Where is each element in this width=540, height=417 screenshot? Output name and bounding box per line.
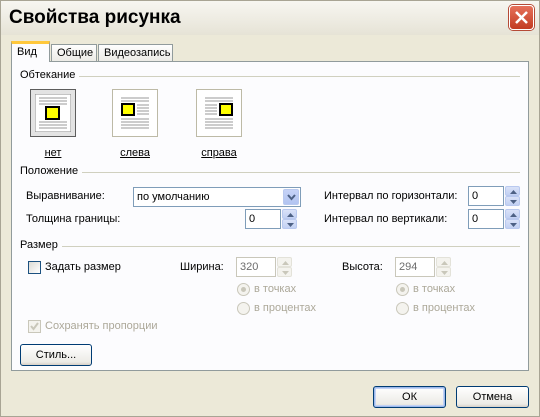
keep-ratio-label: Сохранять пропорции (45, 320, 158, 332)
arrow-down-icon (287, 223, 294, 227)
height-label: Высота: (342, 261, 383, 273)
checkmark-icon (30, 322, 39, 331)
cancel-button[interactable]: Отмена (456, 386, 529, 408)
height-in-percent-radio[interactable] (396, 302, 409, 315)
hspace-label: Интервал по горизонтали: (324, 190, 458, 202)
border-width-spinner[interactable]: 0 (245, 209, 297, 229)
width-in-percent-radio[interactable] (237, 302, 250, 315)
tab-video[interactable]: Видеозапись (98, 44, 173, 61)
spin-down-button[interactable] (277, 267, 292, 277)
wrap-none-option[interactable] (30, 89, 76, 137)
border-width-input[interactable]: 0 (245, 209, 281, 229)
width-input[interactable]: 320 (236, 257, 276, 277)
window-title: Свойства рисунка (9, 7, 181, 28)
width-in-percent-label: в процентах (254, 302, 316, 314)
style-button[interactable]: Стиль... (20, 344, 92, 366)
keep-ratio-checkbox[interactable] (28, 320, 41, 333)
wrap-none-label: нет (44, 147, 62, 159)
arrow-up-icon (510, 213, 517, 217)
height-in-points-label: в точках (413, 283, 456, 295)
width-in-points-radio[interactable] (237, 283, 250, 296)
set-size-label: Задать размер (45, 261, 121, 273)
spin-down-button[interactable] (505, 219, 520, 229)
arrow-up-icon (287, 213, 294, 217)
arrow-up-icon (282, 261, 289, 265)
group-divider (20, 172, 520, 173)
arrow-down-icon (282, 271, 289, 275)
tab-view[interactable]: Вид (11, 41, 50, 62)
arrow-down-icon (510, 200, 517, 204)
wrap-right-option[interactable] (196, 89, 242, 137)
vspace-spinner[interactable]: 0 (468, 209, 520, 229)
tab-general[interactable]: Общие (51, 44, 97, 61)
group-divider (20, 246, 520, 247)
tab-panel-view: Обтекание нет слева справа Положение Выр… (11, 61, 529, 371)
vspace-input[interactable]: 0 (468, 209, 504, 229)
wrap-left-icon (121, 97, 149, 129)
spin-up-button[interactable] (505, 209, 520, 219)
alignment-label: Выравнивание: (26, 190, 105, 202)
wrap-none-icon (35, 94, 71, 132)
height-in-points-radio[interactable] (396, 283, 409, 296)
title-bar: Свойства рисунка (1, 1, 539, 35)
hspace-spinner[interactable]: 0 (468, 186, 520, 206)
spin-down-button[interactable] (282, 219, 297, 229)
width-in-points-label: в точках (254, 283, 297, 295)
width-label: Ширина: (180, 261, 224, 273)
spin-down-button[interactable] (505, 196, 520, 206)
height-in-percent-label: в процентах (413, 302, 475, 314)
close-button[interactable] (509, 5, 534, 30)
set-size-checkbox[interactable] (28, 261, 41, 274)
ok-button[interactable]: ОК (373, 386, 446, 408)
spin-down-button[interactable] (436, 267, 451, 277)
wrap-right-icon (205, 97, 233, 129)
border-width-label: Толщина границы: (26, 213, 121, 225)
alignment-dropdown-button[interactable] (283, 189, 299, 205)
wrap-left-label: слева (120, 147, 150, 159)
alignment-value: по умолчанию (137, 191, 210, 203)
spin-up-button[interactable] (277, 257, 292, 267)
height-input[interactable]: 294 (395, 257, 435, 277)
vspace-label: Интервал по вертикали: (324, 213, 448, 225)
arrow-down-icon (510, 223, 517, 227)
spin-up-button[interactable] (436, 257, 451, 267)
spin-up-button[interactable] (282, 209, 297, 219)
image-properties-dialog: Свойства рисунка Вид Общие Видеозапись О… (0, 0, 540, 417)
spin-up-button[interactable] (505, 186, 520, 196)
chevron-down-icon (287, 194, 296, 201)
arrow-up-icon (441, 261, 448, 265)
wrap-right-label: справа (201, 147, 237, 159)
arrow-up-icon (510, 190, 517, 194)
alignment-select[interactable]: по умолчанию (133, 187, 301, 207)
close-icon (515, 11, 528, 24)
wrap-left-option[interactable] (112, 89, 158, 137)
width-spinner[interactable]: 320 (236, 257, 292, 277)
arrow-down-icon (441, 271, 448, 275)
hspace-input[interactable]: 0 (468, 186, 504, 206)
group-divider (20, 76, 520, 77)
height-spinner[interactable]: 294 (395, 257, 451, 277)
